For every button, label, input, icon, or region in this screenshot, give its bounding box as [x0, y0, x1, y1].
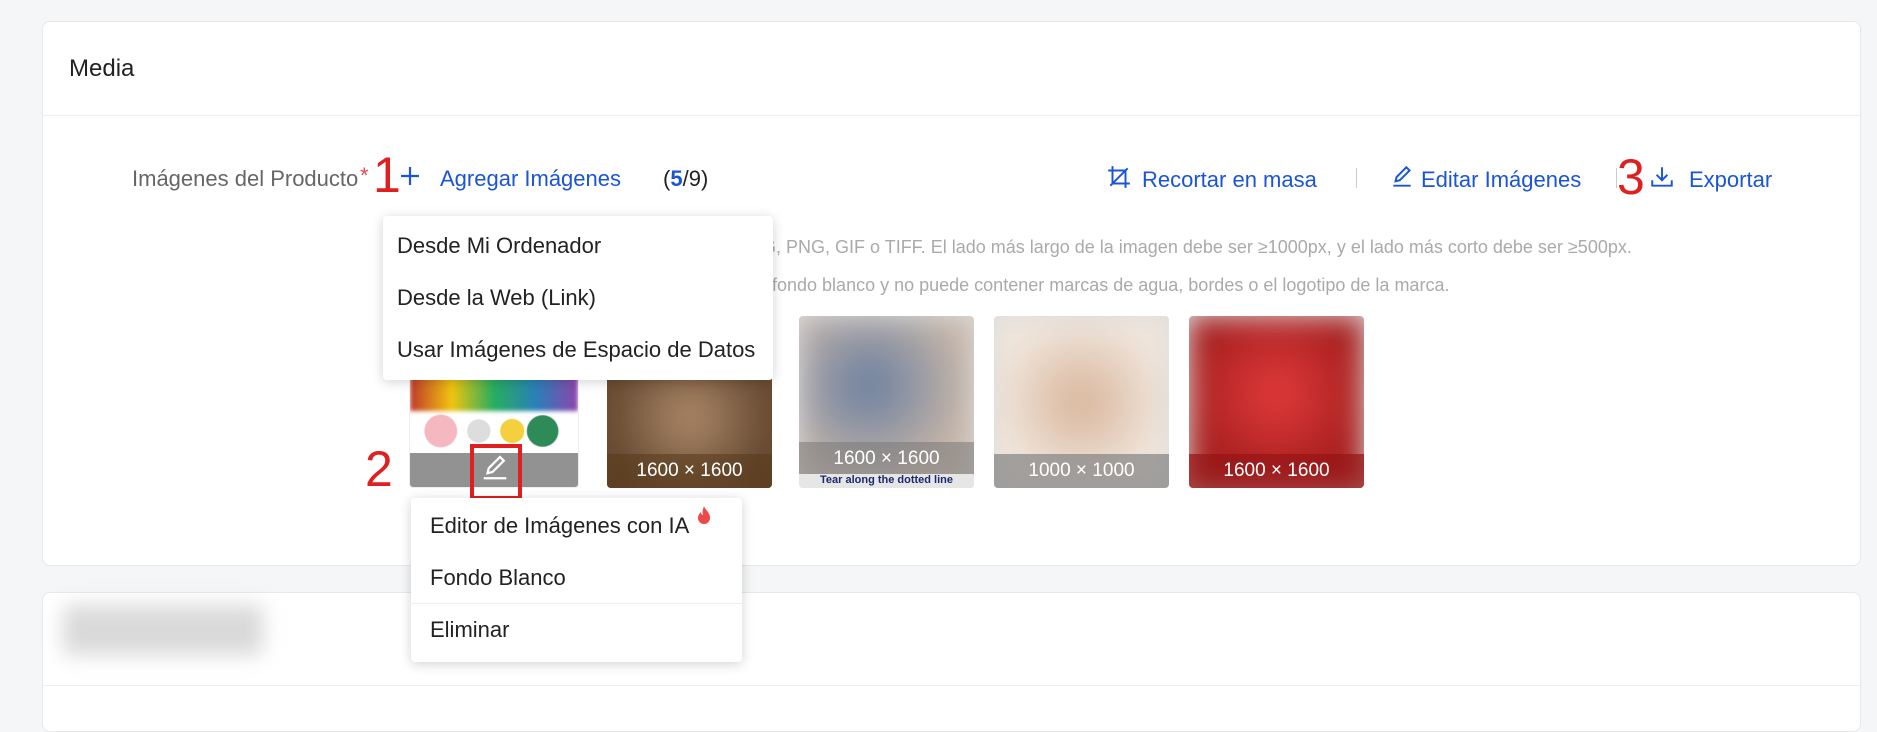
- image-dimensions: 1600 × 1600: [799, 442, 974, 476]
- export-button[interactable]: Exportar: [1649, 164, 1772, 196]
- image-thumb-4[interactable]: 1000 × 1000: [994, 316, 1169, 488]
- ai-editor-label: Editor de Imágenes con IA: [430, 513, 690, 538]
- toolbar-divider-1: [1356, 168, 1357, 188]
- menu-item-white-background[interactable]: Fondo Blanco: [411, 552, 742, 604]
- annotation-2: 2: [365, 441, 393, 497]
- required-mark: *: [360, 163, 369, 188]
- menu-item-ai-editor[interactable]: Editor de Imágenes con IA: [411, 500, 742, 552]
- annotation-3: 3: [1617, 149, 1645, 205]
- bulk-crop-button[interactable]: Recortar en masa: [1106, 164, 1317, 196]
- add-images-menu: Desde Mi Ordenador Desde la Web (Link) U…: [383, 216, 773, 380]
- export-label: Exportar: [1689, 167, 1773, 192]
- hint-line-1: G, PNG, GIF o TIFF. El lado más largo de…: [762, 237, 1632, 257]
- image-thumb-2[interactable]: 1600 × 1600: [607, 370, 772, 488]
- plus-icon: [398, 164, 422, 194]
- product-images-label: Imágenes del Producto: [132, 166, 359, 191]
- image-caption: Tear along the dotted line: [799, 474, 974, 488]
- blurred-section-title: [63, 605, 263, 655]
- image-count-current: 5: [670, 166, 683, 191]
- annotation-1: 1: [373, 147, 401, 203]
- edit-images-button[interactable]: Editar Imágenes: [1389, 164, 1581, 196]
- fire-icon: [695, 505, 713, 533]
- image-actions-menu: Editor de Imágenes con IA Fondo Blanco E…: [411, 498, 742, 662]
- second-card: [42, 592, 1861, 732]
- image-thumb-5[interactable]: 1600 × 1600: [1189, 316, 1364, 488]
- image-dimensions: 1000 × 1000: [994, 454, 1169, 488]
- image-count-total: 9: [688, 166, 701, 191]
- menu-item-from-web[interactable]: Desde la Web (Link): [383, 272, 773, 324]
- card-header: Media: [43, 22, 1860, 116]
- add-images-label: Agregar Imágenes: [440, 166, 621, 191]
- image-dimensions: 1600 × 1600: [607, 454, 772, 488]
- edit-images-label: Editar Imágenes: [1421, 167, 1582, 192]
- image-dimensions: 1600 × 1600: [1189, 454, 1364, 488]
- bulk-crop-label: Recortar en masa: [1142, 167, 1317, 192]
- image-thumb-3[interactable]: 1600 × 1600 Tear along the dotted line: [799, 316, 974, 488]
- download-icon: [1649, 164, 1675, 196]
- hint-line-2: fondo blanco y no puede contener marcas …: [772, 275, 1450, 295]
- menu-item-delete[interactable]: Eliminar: [411, 604, 742, 656]
- menu-item-from-computer[interactable]: Desde Mi Ordenador: [383, 220, 773, 272]
- card-title: Media: [69, 54, 135, 82]
- image-count: (5/9): [663, 166, 709, 191]
- pencil-icon: [1389, 164, 1415, 196]
- menu-item-data-space[interactable]: Usar Imágenes de Espacio de Datos: [383, 324, 773, 376]
- edit-pencil-icon[interactable]: [480, 452, 510, 487]
- crop-icon: [1106, 164, 1132, 196]
- card-divider: [43, 685, 1860, 686]
- add-images-button[interactable]: Agregar Imágenes: [398, 164, 621, 194]
